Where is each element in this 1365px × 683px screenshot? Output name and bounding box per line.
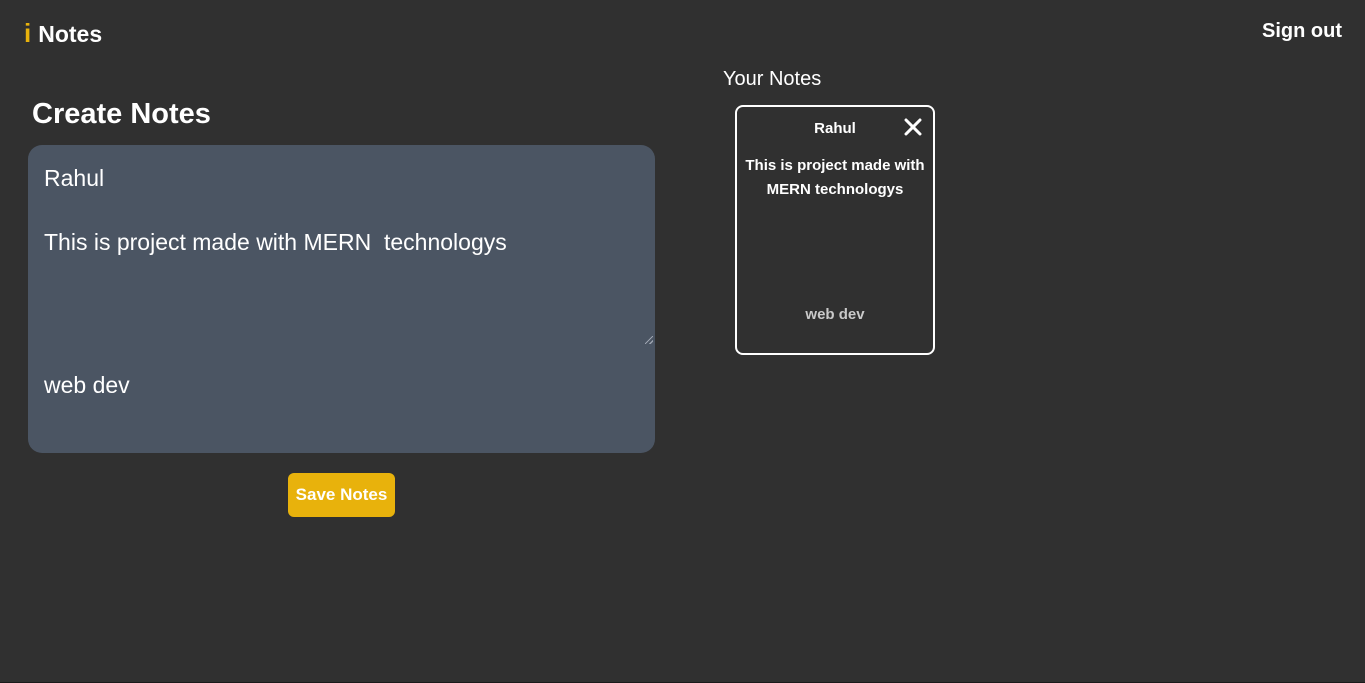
info-i-icon: i <box>24 18 32 48</box>
app-name: Notes <box>38 21 103 47</box>
brand-logo[interactable]: i Notes <box>24 18 102 49</box>
note-title-input[interactable]: Rahul <box>44 165 104 192</box>
sign-out-button[interactable]: Sign out <box>1262 20 1342 43</box>
your-notes-heading: Your Notes <box>723 68 822 90</box>
note-editor: Rahul This is project made with MERN tec… <box>28 145 655 453</box>
create-notes-heading: Create Notes <box>32 98 211 130</box>
note-card: Rahul This is project made with MERN tec… <box>735 105 935 355</box>
note-card-tag: web dev <box>805 306 865 323</box>
textarea-resize-handle[interactable] <box>645 336 653 344</box>
note-tag-input[interactable]: web dev <box>44 372 130 399</box>
note-description-textarea[interactable]: This is project made with MERN technolog… <box>44 229 507 256</box>
close-icon[interactable] <box>903 117 923 137</box>
save-notes-button[interactable]: Save Notes <box>288 473 395 517</box>
notes-app: i Notes Sign out Create Notes Rahul This… <box>0 0 1365 683</box>
note-card-description: This is project made with MERN technolog… <box>745 157 925 198</box>
